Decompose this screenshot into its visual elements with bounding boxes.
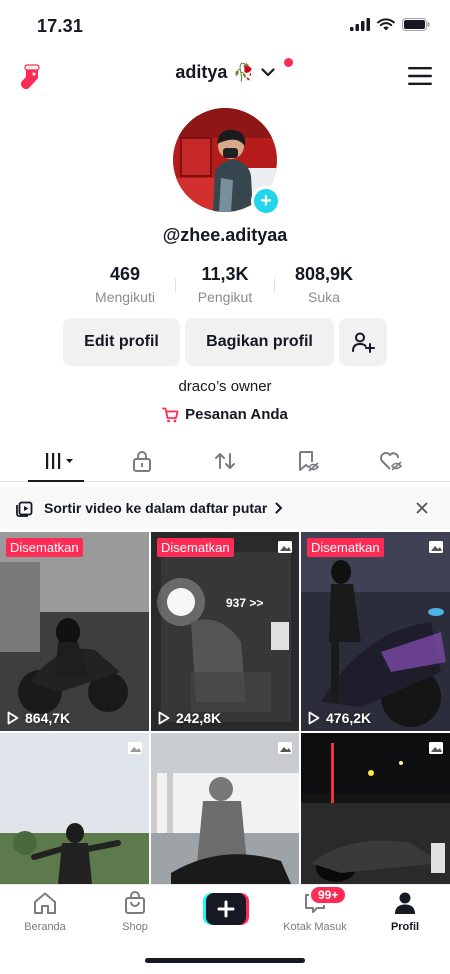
hamburger-menu-icon[interactable] xyxy=(408,66,432,86)
video-thumbnail[interactable] xyxy=(0,733,149,884)
heart-hidden-icon xyxy=(380,452,403,471)
profile-bio: draco’s owner xyxy=(178,378,272,395)
bookmark-hidden-icon xyxy=(299,451,320,472)
likes-count: 808,9K xyxy=(294,264,354,284)
profile-person-icon xyxy=(395,892,415,914)
view-count-value: 864,7K xyxy=(25,710,71,726)
playlist-icon xyxy=(16,501,33,517)
pinned-badge: Disematkan xyxy=(157,538,234,557)
stat-likes[interactable]: 808,9K Suka xyxy=(269,264,379,305)
tab-reposts[interactable] xyxy=(205,448,245,474)
pinned-badge: Disematkan xyxy=(307,538,384,557)
tab-private[interactable] xyxy=(122,448,162,474)
video-grid-icon xyxy=(46,453,73,469)
your-orders-label: Pesanan Anda xyxy=(185,406,288,423)
profile-topbar: aditya 🥀 xyxy=(0,52,450,100)
inbox-badge: 99+ xyxy=(309,885,348,905)
play-outline-icon xyxy=(158,711,170,725)
shopping-bag-icon xyxy=(125,891,145,914)
rose-emoji: 🥀 xyxy=(233,62,255,82)
status-bar: 17.31 xyxy=(0,0,450,52)
view-count-value: 476,2K xyxy=(326,710,372,726)
view-count: 476,2K xyxy=(308,710,371,726)
photo-icon xyxy=(278,541,292,553)
battery-icon xyxy=(402,18,430,31)
edit-profile-button[interactable]: Edit profil xyxy=(63,318,180,366)
play-outline-icon xyxy=(308,711,320,725)
nav-shop[interactable]: Shop xyxy=(100,891,170,933)
video-thumbnail[interactable] xyxy=(151,733,299,884)
following-count: 469 xyxy=(109,264,141,284)
add-friends-button[interactable] xyxy=(339,318,387,366)
shopping-cart-icon xyxy=(162,407,179,422)
stat-following[interactable]: 469 Mengikuti xyxy=(70,264,180,305)
notification-dot xyxy=(284,58,293,67)
view-count: 242,8K xyxy=(158,710,221,726)
pinned-badge: Disematkan xyxy=(6,538,83,557)
active-tab-indicator xyxy=(28,480,84,482)
status-time: 17.31 xyxy=(37,16,84,36)
photo-icon xyxy=(429,541,443,553)
add-story-button[interactable]: + xyxy=(251,186,281,216)
video-overlay-text: 937 >> xyxy=(226,596,264,610)
tab-liked[interactable] xyxy=(371,448,411,474)
following-label: Mengikuti xyxy=(95,289,155,305)
lock-icon xyxy=(133,451,151,472)
profile-handle: @zhee.adityaa xyxy=(162,225,288,245)
followers-count: 11,3K xyxy=(201,264,249,284)
stat-followers[interactable]: 11,3K Pengikut xyxy=(170,264,280,305)
play-outline-icon xyxy=(7,711,19,725)
chevron-right-icon xyxy=(275,502,283,514)
playlist-banner[interactable]: Sortir video ke dalam daftar putar xyxy=(0,487,450,529)
nav-shop-label: Shop xyxy=(122,921,148,933)
repost-icon xyxy=(215,453,235,469)
likes-label: Suka xyxy=(308,289,340,305)
header-username: aditya xyxy=(175,62,228,82)
share-profile-button[interactable]: Bagikan profil xyxy=(185,318,334,366)
profile-stats: 469 Mengikuti 11,3K Pengikut 808,9K Suka xyxy=(0,264,450,310)
tab-favorites[interactable] xyxy=(288,448,328,474)
nav-inbox-label: Kotak Masuk xyxy=(283,921,347,933)
your-orders-link[interactable]: Pesanan Anda xyxy=(0,406,450,423)
video-thumbnail[interactable] xyxy=(301,733,450,884)
tab-videos[interactable] xyxy=(36,448,76,474)
photo-icon xyxy=(278,742,292,754)
nav-profile-label: Profil xyxy=(390,921,420,933)
account-switcher[interactable]: aditya 🥀 xyxy=(0,62,450,83)
wifi-icon xyxy=(377,18,395,31)
chevron-down-icon xyxy=(260,68,275,77)
view-count: 864,7K xyxy=(7,710,70,726)
playlist-banner-text: Sortir video ke dalam daftar putar xyxy=(44,500,268,516)
add-person-icon xyxy=(352,332,375,353)
video-thumbnail[interactable]: Disematkan 864,7K xyxy=(0,532,149,731)
status-icons xyxy=(350,18,430,31)
close-icon[interactable] xyxy=(416,502,428,514)
view-count-value: 242,8K xyxy=(176,710,222,726)
home-icon xyxy=(34,892,56,914)
video-thumbnail[interactable]: Disematkan 476,2K xyxy=(301,532,450,731)
signal-icon xyxy=(350,18,370,31)
nav-home[interactable]: Beranda xyxy=(10,891,80,933)
photo-icon xyxy=(429,742,443,754)
video-grid: Disematkan 864,7K Disematkan 937 >> 242,… xyxy=(0,532,450,884)
create-post-button[interactable] xyxy=(203,893,249,925)
video-thumbnail[interactable]: Disematkan 937 >> 242,8K xyxy=(151,532,299,731)
content-tabs xyxy=(0,440,450,482)
nav-home-label: Beranda xyxy=(24,921,66,933)
nav-profile[interactable]: Profil xyxy=(370,891,440,933)
photo-icon xyxy=(128,742,142,754)
profile-actions: Edit profil Bagikan profil xyxy=(0,318,450,366)
home-indicator xyxy=(145,958,305,963)
followers-label: Pengikut xyxy=(197,289,253,305)
